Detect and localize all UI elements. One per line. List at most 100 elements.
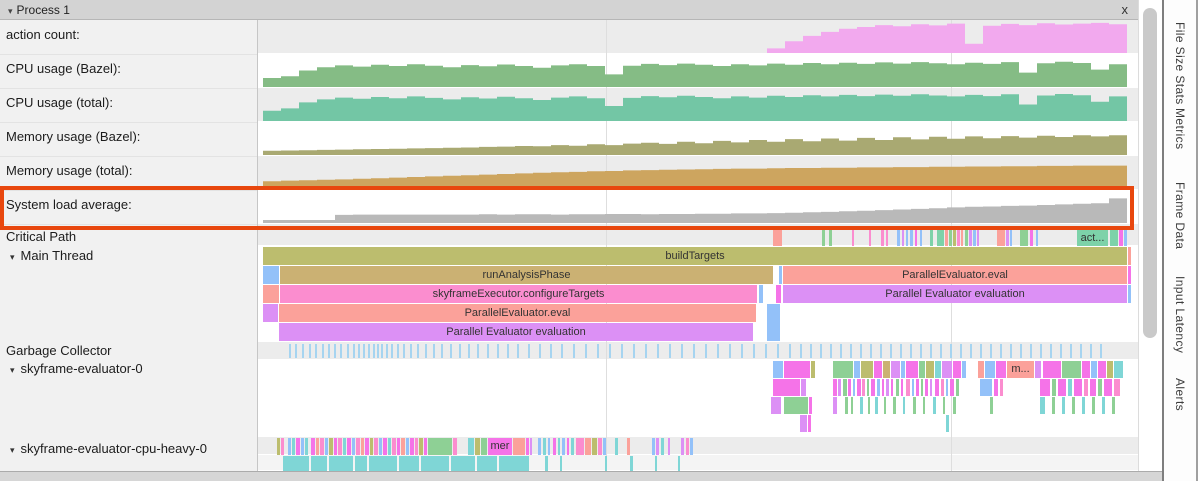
slice[interactable] (475, 438, 480, 455)
slice[interactable] (468, 344, 470, 358)
slice[interactable] (401, 438, 405, 455)
slice[interactable] (940, 344, 942, 358)
slice[interactable] (320, 438, 324, 455)
slice[interactable] (609, 344, 611, 358)
slice[interactable] (1040, 379, 1050, 396)
slice[interactable] (950, 379, 954, 396)
slice[interactable] (949, 230, 952, 246)
slice[interactable] (1052, 397, 1055, 414)
slice[interactable] (877, 379, 880, 396)
slice[interactable] (925, 379, 928, 396)
slice[interactable] (867, 379, 869, 396)
slice[interactable] (289, 344, 291, 358)
scrollbar-thumb[interactable] (1143, 8, 1157, 338)
slice[interactable] (399, 456, 419, 471)
slice[interactable] (902, 230, 904, 246)
slice[interactable] (753, 344, 755, 358)
slice[interactable] (840, 344, 842, 358)
slice[interactable] (994, 379, 998, 396)
slice[interactable] (453, 438, 457, 455)
slice[interactable] (930, 379, 932, 396)
slice[interactable] (322, 344, 324, 358)
slice[interactable] (1072, 397, 1075, 414)
slice[interactable] (997, 230, 1005, 246)
slice[interactable] (283, 456, 309, 471)
slice[interactable] (539, 344, 541, 358)
slice[interactable] (1035, 361, 1041, 378)
slice[interactable] (499, 456, 529, 471)
slice[interactable] (946, 379, 948, 396)
slice[interactable] (1070, 344, 1072, 358)
slice[interactable] (1082, 397, 1085, 414)
slice[interactable] (497, 344, 499, 358)
slice[interactable] (530, 438, 532, 455)
slice[interactable] (921, 379, 923, 396)
slice[interactable] (309, 344, 311, 358)
slice[interactable] (1100, 344, 1102, 358)
slice[interactable] (633, 344, 635, 358)
slice[interactable] (477, 344, 479, 358)
tab-frame-data[interactable]: Frame Data (1173, 182, 1187, 249)
slice[interactable] (773, 379, 800, 396)
slice[interactable] (597, 344, 599, 358)
slice[interactable] (668, 438, 670, 455)
slice[interactable] (343, 438, 346, 455)
slice[interactable] (773, 361, 783, 378)
slice[interactable] (340, 344, 342, 358)
slice[interactable] (301, 438, 304, 455)
slice[interactable] (374, 438, 378, 455)
slice[interactable] (860, 397, 863, 414)
slice[interactable] (288, 438, 291, 455)
slice[interactable] (481, 438, 487, 455)
slice[interactable] (1040, 397, 1045, 414)
slice[interactable] (838, 379, 841, 396)
slice[interactable] (281, 438, 284, 455)
slice[interactable] (383, 438, 387, 455)
slice[interactable] (893, 397, 896, 414)
timeline-track-area[interactable]: act...buildTargetsrunAnalysisPhaseParall… (258, 0, 1138, 481)
slice[interactable] (850, 344, 852, 358)
vertical-scrollbar[interactable] (1138, 0, 1162, 481)
slice[interactable] (627, 438, 630, 455)
slice[interactable] (598, 438, 602, 455)
slice[interactable] (1058, 379, 1066, 396)
slice[interactable] (424, 438, 427, 455)
slice[interactable] (392, 438, 396, 455)
slice[interactable] (652, 438, 655, 455)
slice[interactable] (391, 344, 393, 358)
slice[interactable] (263, 304, 278, 322)
slice[interactable] (741, 344, 743, 358)
slice[interactable] (916, 379, 919, 396)
slice[interactable] (820, 344, 822, 358)
slice[interactable] (560, 456, 562, 471)
slice[interactable] (686, 438, 689, 455)
slice[interactable] (1062, 397, 1065, 414)
slice[interactable] (538, 438, 541, 455)
slice[interactable] (861, 361, 873, 378)
slice[interactable] (913, 397, 916, 414)
slice[interactable] (771, 397, 781, 414)
slice[interactable] (573, 344, 575, 358)
slice[interactable] (403, 344, 405, 358)
slice[interactable] (990, 397, 993, 414)
slice[interactable] (381, 344, 383, 358)
slice[interactable] (950, 344, 952, 358)
slice[interactable] (334, 438, 337, 455)
slice[interactable] (808, 415, 811, 432)
slice[interactable] (451, 456, 475, 471)
slice[interactable] (937, 230, 944, 246)
slice[interactable] (910, 230, 913, 246)
slice[interactable] (517, 344, 519, 358)
slice[interactable] (295, 344, 297, 358)
slice[interactable] (352, 438, 355, 455)
slice-mer[interactable]: mer (488, 438, 512, 455)
slice[interactable] (419, 438, 423, 455)
slice[interactable] (789, 344, 791, 358)
slice[interactable] (765, 344, 767, 358)
slice[interactable] (1114, 361, 1123, 378)
slice[interactable] (1030, 344, 1032, 358)
slice[interactable] (935, 361, 941, 378)
slice[interactable] (545, 456, 548, 471)
slice[interactable] (571, 438, 574, 455)
slice[interactable] (870, 344, 872, 358)
